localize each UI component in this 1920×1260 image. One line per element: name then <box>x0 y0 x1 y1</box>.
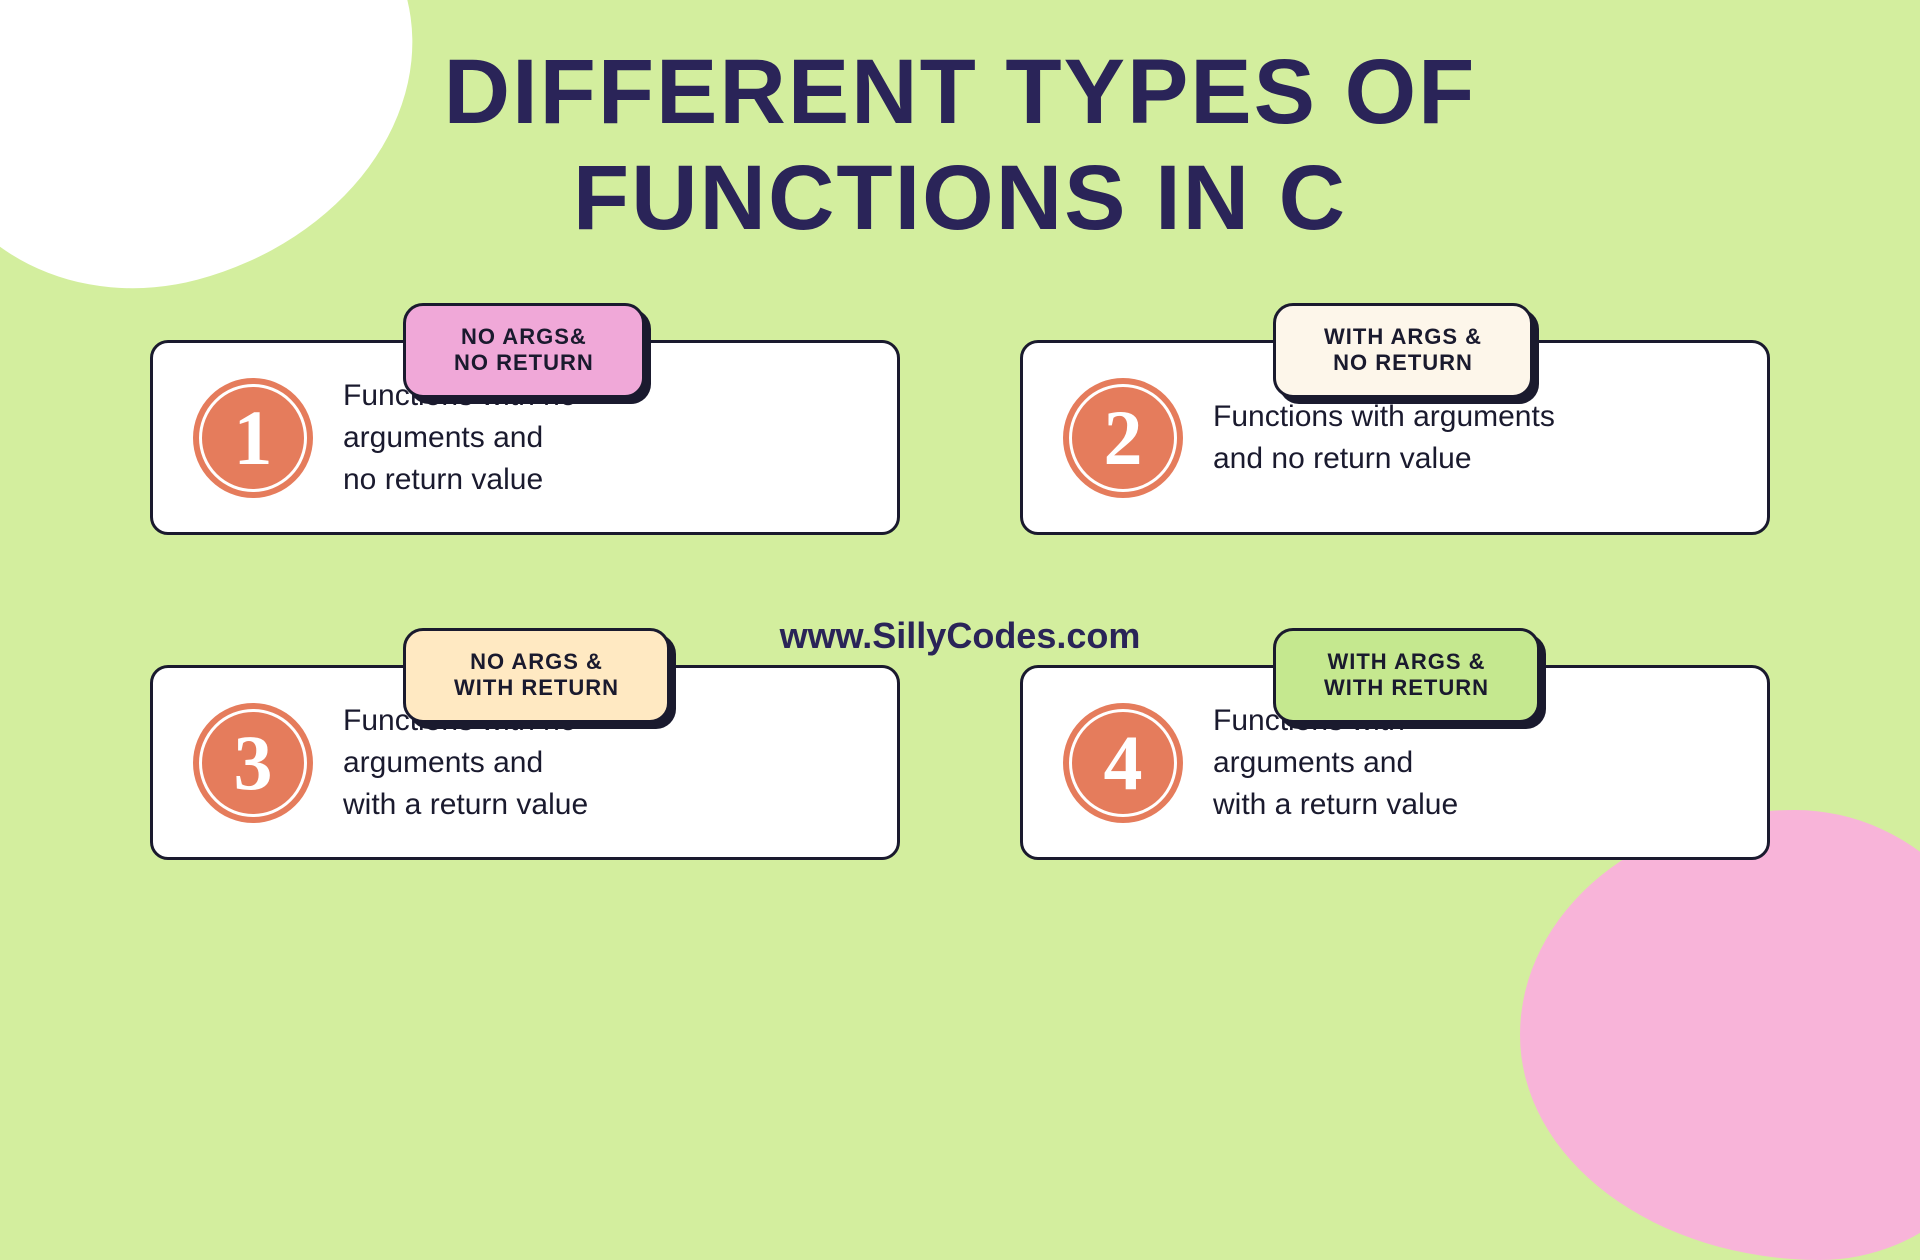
card-box: WITH ARGS & NO RETURN 2 Functions with a… <box>1020 340 1770 535</box>
page-title: DIFFERENT TYPES OF FUNCTIONS IN C <box>260 40 1660 252</box>
card-3: NO ARGS & WITH RETURN 3 Functions with n… <box>150 665 900 860</box>
decorative-blob-pink <box>1520 810 1920 1260</box>
card-box: NO ARGS & WITH RETURN 3 Functions with n… <box>150 665 900 860</box>
number-text: 4 <box>1104 718 1143 808</box>
card-description: Functions with arguments and no return v… <box>1213 396 1555 480</box>
card-2: WITH ARGS & NO RETURN 2 Functions with a… <box>1020 340 1770 535</box>
number-text: 1 <box>234 393 273 483</box>
card-pill-label: NO ARGS & WITH RETURN <box>403 628 670 723</box>
cards-grid: NO ARGS& NO RETURN 1 Functions with no a… <box>150 340 1770 860</box>
card-1: NO ARGS& NO RETURN 1 Functions with no a… <box>150 340 900 535</box>
website-url: www.SillyCodes.com <box>780 615 1141 657</box>
card-box: WITH ARGS & WITH RETURN 4 Functions with… <box>1020 665 1770 860</box>
card-4: WITH ARGS & WITH RETURN 4 Functions with… <box>1020 665 1770 860</box>
card-pill-label: WITH ARGS & NO RETURN <box>1273 303 1533 398</box>
card-pill-label: WITH ARGS & WITH RETURN <box>1273 628 1540 723</box>
number-badge-icon: 3 <box>193 703 313 823</box>
card-pill-label: NO ARGS& NO RETURN <box>403 303 645 398</box>
number-text: 2 <box>1104 393 1143 483</box>
number-badge-icon: 1 <box>193 378 313 498</box>
number-badge-icon: 4 <box>1063 703 1183 823</box>
card-box: NO ARGS& NO RETURN 1 Functions with no a… <box>150 340 900 535</box>
number-text: 3 <box>234 718 273 808</box>
number-badge-icon: 2 <box>1063 378 1183 498</box>
